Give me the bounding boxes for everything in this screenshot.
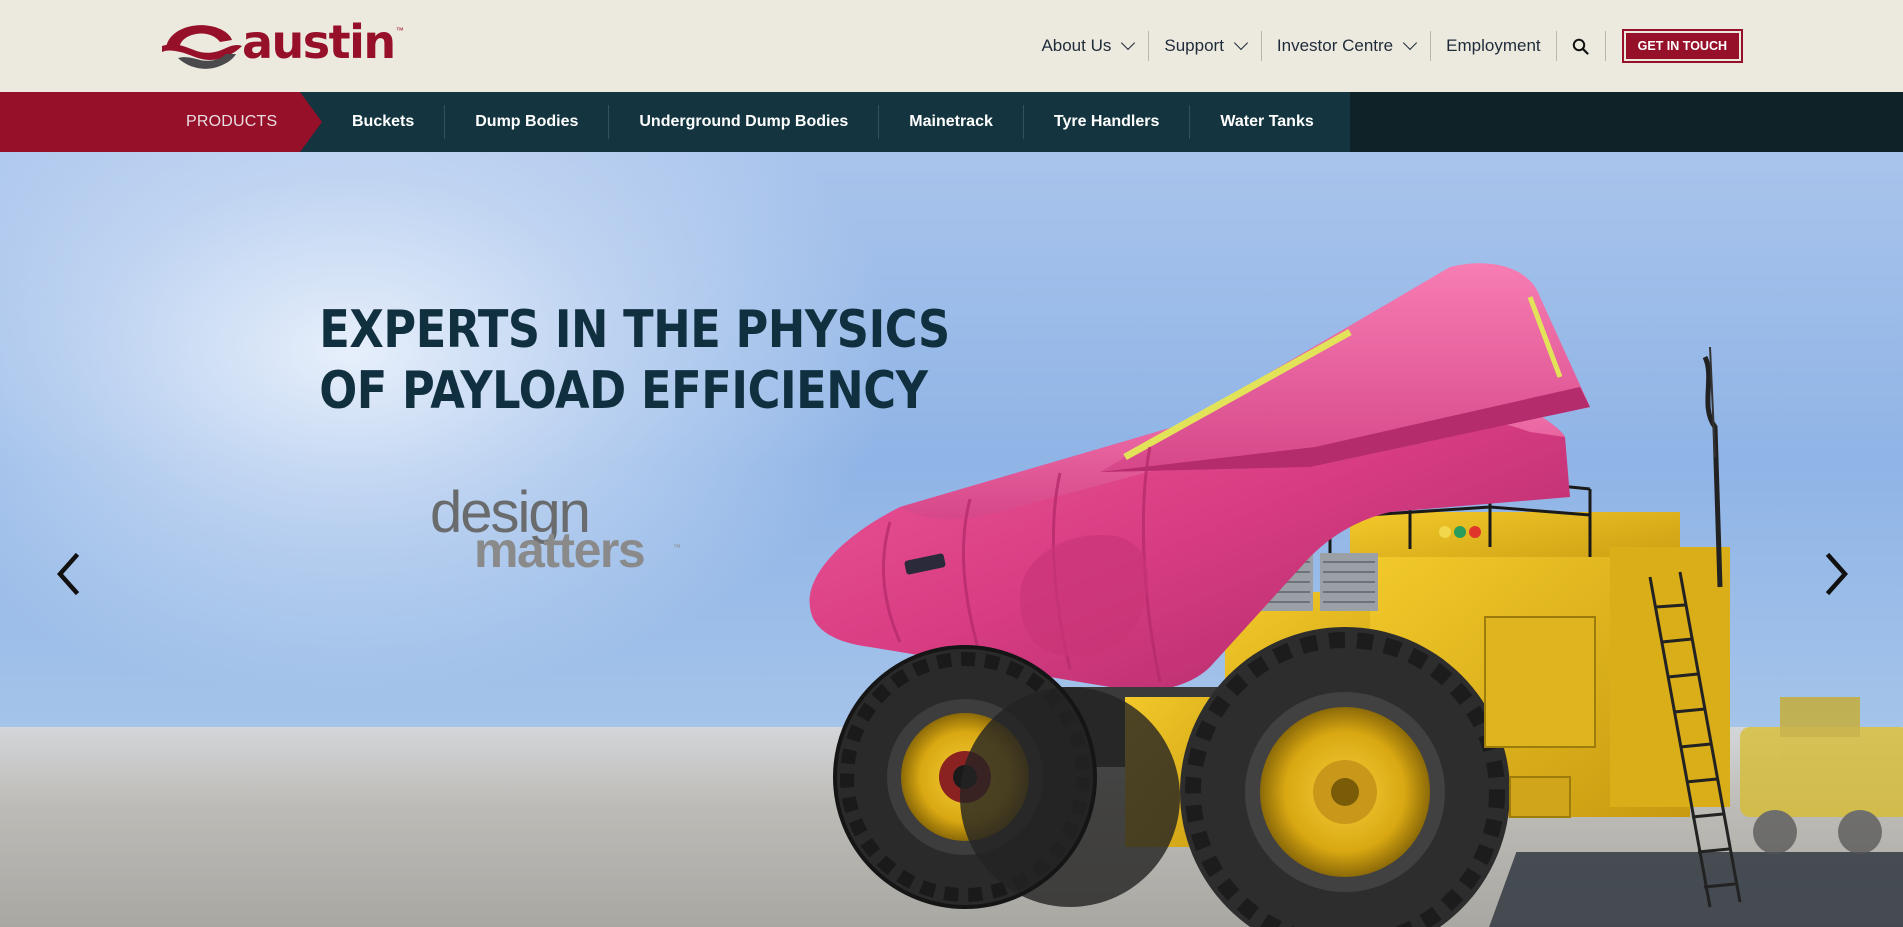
site-header: austin ™ About Us Support Investor Centr… (0, 0, 1903, 92)
headline-light-of: OF (319, 361, 403, 421)
chevron-left-icon (56, 552, 80, 596)
carousel-prev-button[interactable] (50, 544, 90, 604)
headline-line-2: OF PAYLOAD EFFICIENCY (319, 361, 928, 422)
search-button[interactable] (1557, 31, 1605, 61)
nav-support-label: Support (1164, 36, 1224, 55)
product-link-underground-dump-bodies[interactable]: Underground Dump Bodies (609, 92, 878, 152)
hero-slider: EXPERTS IN THE PHYSICS OF PAYLOAD EFFICI… (0, 152, 1903, 927)
sky-background (0, 152, 900, 702)
hero-headline: EXPERTS IN THE PHYSICS OF PAYLOAD EFFICI… (280, 300, 950, 422)
product-link-tyre-handlers[interactable]: Tyre Handlers (1024, 92, 1190, 152)
product-link-dump-bodies[interactable]: Dump Bodies (445, 92, 608, 152)
nav-employment[interactable]: Employment (1431, 31, 1555, 61)
get-in-touch-button[interactable]: GET IN TOUCH (1621, 29, 1743, 63)
product-link-buckets[interactable]: Buckets (322, 92, 444, 152)
nav-divider (1604, 31, 1606, 61)
product-link-mainetrack[interactable]: Mainetrack (879, 92, 1023, 152)
top-navigation: About Us Support Investor Centre Employm… (1026, 28, 1743, 64)
logo-trademark: ™ (395, 26, 404, 35)
design-matters-tagline: design matters ™ (430, 480, 690, 587)
chevron-right-icon (1825, 552, 1849, 596)
tagline-matters: matters (474, 522, 646, 578)
haul-truck-image (809, 263, 1903, 927)
austin-logo[interactable]: austin ™ (160, 15, 404, 72)
product-link-water-tanks[interactable]: Water Tanks (1190, 92, 1343, 152)
products-label-tab: PRODUCTS (0, 92, 322, 152)
tagline-trademark: ™ (673, 543, 681, 552)
nav-support[interactable]: Support (1149, 31, 1261, 61)
chevron-down-icon (1121, 35, 1136, 51)
nav-about-us[interactable]: About Us (1026, 31, 1148, 61)
austin-logo-mark-icon (162, 25, 242, 69)
nav-investor-centre[interactable]: Investor Centre (1262, 31, 1430, 61)
chevron-down-icon (1403, 35, 1418, 51)
products-bar: PRODUCTS Buckets Dump Bodies Underground… (0, 92, 1903, 152)
nav-investor-centre-label: Investor Centre (1276, 36, 1394, 55)
get-in-touch-label: GET IN TOUCH (1625, 33, 1739, 59)
carousel-next-button[interactable] (1815, 544, 1855, 604)
search-icon (1572, 38, 1589, 55)
nav-about-us-label: About Us (1041, 36, 1112, 55)
products-label: PRODUCTS (186, 113, 278, 130)
nav-employment-label: Employment (1446, 36, 1541, 55)
headline-bold-experts: EXPERTS (319, 300, 540, 360)
logo-wordmark: austin (242, 15, 396, 69)
chevron-down-icon (1233, 35, 1248, 51)
headline-line-1: EXPERTS IN THE PHYSICS (319, 300, 950, 361)
products-navigation: Buckets Dump Bodies Underground Dump Bod… (300, 92, 1350, 152)
